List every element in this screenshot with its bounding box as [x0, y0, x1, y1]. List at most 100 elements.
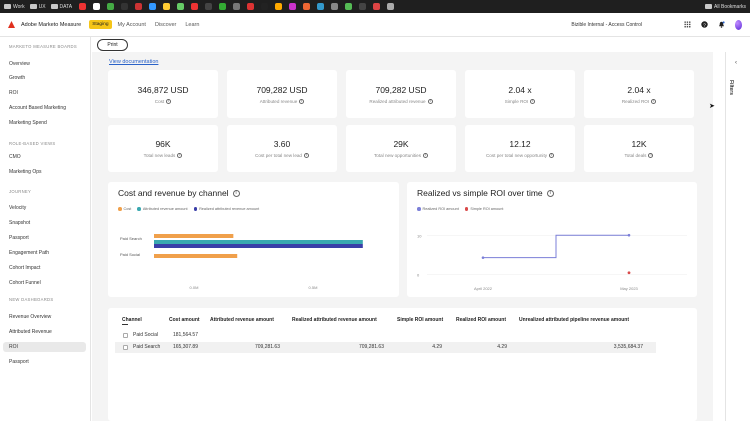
bookmark-favicon-icon[interactable] [359, 3, 367, 10]
sidebar-item-roi[interactable]: ROI [9, 90, 18, 96]
kpi-label-row: Attributed revenue i [260, 98, 305, 104]
column-header[interactable]: Unrealized attributed pipeline revenue a… [519, 317, 629, 323]
bookmark-favicon-icon[interactable] [275, 3, 283, 10]
table-row[interactable]: Paid Search 165,307.89 709,281.63 709,281.6… [115, 342, 656, 353]
table-row[interactable]: Paid Social 181,564.57 [115, 330, 656, 341]
kpi-label-row: Total deals i [625, 153, 654, 158]
chart-title: Realized vs simple ROI over time [417, 188, 543, 198]
kpi-label-row: Total new opportunities i [374, 153, 428, 158]
column-header[interactable]: Channel [122, 317, 142, 323]
x-tick-label: April 2022 [474, 286, 493, 291]
bookmark-favicon-icon[interactable] [387, 3, 395, 10]
info-icon[interactable]: i [299, 98, 305, 104]
bookmark-favicon-icon[interactable] [345, 3, 353, 10]
data-point[interactable] [627, 233, 631, 237]
bookmark-favicon-icon[interactable] [247, 3, 255, 10]
series-line[interactable] [483, 234, 629, 259]
kpi-card: 29K Total new opportunities i [346, 125, 456, 172]
sidebar-item-cohort-funnel[interactable]: Cohort Funnel [9, 280, 41, 286]
bookmark-favicon-icon[interactable] [135, 3, 143, 10]
column-header[interactable]: Cost amount [169, 317, 200, 323]
app-grid-icon[interactable] [684, 21, 691, 28]
sidebar-item-attributed-revenue[interactable]: Attributed Revenue [9, 329, 52, 335]
sidebar-section-title: ROLE-BASED VIEWS [9, 141, 56, 146]
bar[interactable] [154, 244, 363, 248]
help-icon[interactable]: ? [701, 21, 708, 28]
info-icon[interactable]: i [530, 98, 536, 104]
column-header[interactable]: Attributed revenue amount [210, 317, 274, 323]
sidebar-item-marketing-spend[interactable]: Marketing Spend [9, 120, 47, 126]
bookmarks-bar: Work UX DATA All Bookmarks [0, 0, 750, 13]
bookmark-favicon-icon[interactable] [303, 3, 311, 10]
sidebar-item-marketing-ops[interactable]: Marketing Ops [9, 169, 42, 175]
sidebar-item-passport[interactable]: Passport [9, 359, 29, 365]
value-cell: 181,564.57 [172, 332, 198, 338]
info-icon[interactable]: i [651, 98, 657, 104]
info-icon[interactable]: i [648, 153, 654, 158]
info-icon[interactable]: i [304, 153, 309, 158]
data-point[interactable] [481, 256, 485, 259]
print-button[interactable]: Print [97, 39, 128, 51]
bar[interactable] [154, 240, 363, 244]
column-header[interactable]: Realized attributed revenue amount [292, 317, 377, 323]
bookmark-work[interactable]: Work [4, 4, 25, 10]
bookmark-favicon-icon[interactable] [107, 3, 115, 10]
sidebar-section-title: NEW DASHBOARDS [9, 297, 54, 302]
bar[interactable] [154, 234, 234, 238]
org-selector[interactable]: Bizible Internal - Access Control [571, 22, 642, 28]
avatar[interactable] [735, 19, 742, 30]
sidebar-item-roi[interactable]: ROI [3, 342, 86, 352]
row-checkbox[interactable] [123, 333, 128, 338]
column-header[interactable]: Simple ROI amount [397, 317, 443, 323]
nav-learn[interactable]: Learn [185, 22, 199, 28]
bookmark-favicon-icon[interactable] [289, 3, 297, 10]
sidebar-item-engagement-path[interactable]: Engagement Path [9, 250, 49, 256]
info-icon[interactable]: i [549, 153, 555, 158]
sidebar-item-cohort-impact[interactable]: Cohort Impact [9, 265, 40, 271]
column-header[interactable]: Realized ROI amount [456, 317, 506, 323]
info-icon[interactable]: i [177, 153, 183, 158]
nav-my-account[interactable]: My Account [118, 22, 146, 28]
data-point[interactable] [627, 271, 631, 275]
kpi-value: 2.04 x [508, 84, 532, 95]
bookmark-favicon-icon[interactable] [317, 3, 325, 10]
bookmark-favicon-icon[interactable] [219, 3, 227, 10]
filters-toggle[interactable]: Filters [728, 80, 734, 100]
all-bookmarks[interactable]: All Bookmarks [705, 4, 746, 10]
bookmark-favicon-icon[interactable] [233, 3, 241, 10]
bookmark-favicon-icon[interactable] [121, 3, 129, 10]
bookmark-favicon-icon[interactable] [261, 3, 269, 10]
bookmark-favicon-icon[interactable] [191, 3, 199, 10]
bookmark-favicon-icon[interactable] [79, 3, 87, 10]
sidebar-item-revenue-overview[interactable]: Revenue Overview [9, 314, 51, 320]
bookmark-favicon-icon[interactable] [205, 3, 213, 10]
bookmark-favicon-icon[interactable] [177, 3, 185, 10]
info-icon[interactable]: i [546, 189, 554, 197]
sidebar-item-passport[interactable]: Passport [9, 235, 29, 241]
sidebar-item-cmo[interactable]: CMO [9, 154, 21, 160]
row-checkbox[interactable] [123, 345, 128, 350]
info-icon[interactable]: i [427, 98, 433, 104]
bookmark-favicon-icon[interactable] [93, 3, 101, 10]
view-documentation-link[interactable]: View documentation [109, 59, 158, 65]
sidebar-item-overview[interactable]: Overview [9, 61, 30, 67]
bookmark-favicon-icon[interactable] [373, 3, 381, 10]
chevron-right-icon[interactable]: ‹ [735, 60, 737, 66]
bookmark-ux[interactable]: UX [29, 4, 46, 10]
legend-item: Attributed revenue amount [137, 207, 188, 211]
adobe-logo-icon[interactable] [8, 21, 15, 28]
sidebar-item-snapshot[interactable]: Snapshot [9, 220, 30, 226]
notifications-icon[interactable] [718, 21, 725, 28]
info-icon[interactable]: i [232, 189, 240, 197]
sidebar-item-account-based-marketing[interactable]: Account Based Marketing [9, 105, 66, 111]
bookmark-data[interactable]: DATA [50, 4, 72, 10]
sidebar-item-growth[interactable]: Growth [9, 75, 25, 81]
bar[interactable] [154, 254, 238, 258]
sidebar-item-velocity[interactable]: Velocity [9, 205, 26, 211]
bookmark-favicon-icon[interactable] [331, 3, 339, 10]
bookmark-favicon-icon[interactable] [149, 3, 157, 10]
bookmark-favicon-icon[interactable] [163, 3, 171, 10]
info-icon[interactable]: i [423, 153, 428, 158]
info-icon[interactable]: i [166, 98, 172, 104]
nav-discover[interactable]: Discover [155, 22, 176, 28]
